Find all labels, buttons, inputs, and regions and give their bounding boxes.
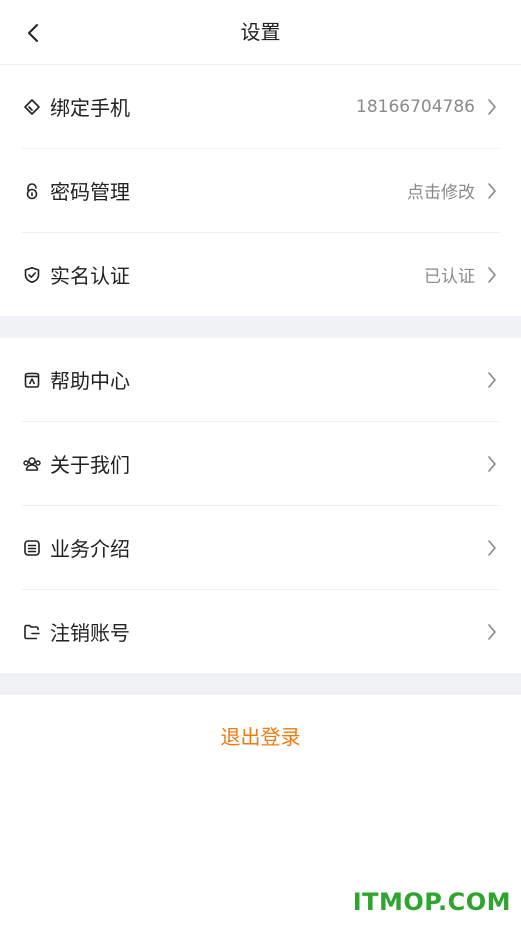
settings-row-business-intro[interactable]: 业务介绍 bbox=[22, 506, 499, 590]
chevron-right-icon bbox=[485, 370, 499, 390]
settings-row-label: 绑定手机 bbox=[50, 96, 130, 120]
account-settings-group: 绑定手机 18166704786 密码管理 点击修改 实名认证 已认证 bbox=[0, 65, 521, 316]
help-book-icon bbox=[22, 370, 42, 390]
settings-row-help-center[interactable]: 帮助中心 bbox=[22, 338, 499, 422]
settings-row-password[interactable]: 密码管理 点击修改 bbox=[22, 149, 499, 233]
logout-button[interactable]: 退出登录 bbox=[0, 695, 521, 779]
page-title: 设置 bbox=[240, 20, 281, 44]
settings-row-about-us[interactable]: 关于我们 bbox=[22, 422, 499, 506]
group-icon bbox=[22, 454, 42, 474]
list-icon bbox=[22, 538, 42, 558]
chevron-right-icon bbox=[485, 622, 499, 642]
settings-row-label: 实名认证 bbox=[50, 264, 130, 288]
chevron-right-icon bbox=[485, 181, 499, 201]
info-settings-group: 帮助中心 关于我们 业务介绍 注销账号 bbox=[0, 338, 521, 673]
settings-row-value: 18166704786 bbox=[356, 96, 475, 117]
folder-logout-icon bbox=[22, 622, 42, 642]
settings-row-cancel-account[interactable]: 注销账号 bbox=[22, 590, 499, 673]
settings-row-label: 业务介绍 bbox=[50, 537, 130, 561]
settings-row-value: 已认证 bbox=[424, 267, 475, 287]
chevron-right-icon bbox=[485, 454, 499, 474]
settings-row-label: 密码管理 bbox=[50, 180, 130, 204]
top-bar: 设置 bbox=[0, 0, 521, 65]
shield-check-icon bbox=[22, 265, 42, 285]
watermark: ITMOP.COM bbox=[352, 888, 511, 916]
lock-icon bbox=[22, 181, 42, 201]
section-divider bbox=[0, 673, 521, 695]
chevron-right-icon bbox=[485, 538, 499, 558]
settings-row-label: 注销账号 bbox=[50, 621, 130, 645]
settings-row-label: 帮助中心 bbox=[50, 369, 130, 393]
settings-row-label: 关于我们 bbox=[50, 453, 130, 477]
chevron-right-icon bbox=[485, 265, 499, 285]
section-divider bbox=[0, 316, 521, 338]
settings-row-value: 点击修改 bbox=[407, 183, 475, 203]
chevron-right-icon bbox=[485, 97, 499, 117]
tag-icon bbox=[22, 97, 42, 117]
settings-row-real-name[interactable]: 实名认证 已认证 bbox=[22, 233, 499, 316]
settings-row-bind-phone[interactable]: 绑定手机 18166704786 bbox=[22, 65, 499, 149]
